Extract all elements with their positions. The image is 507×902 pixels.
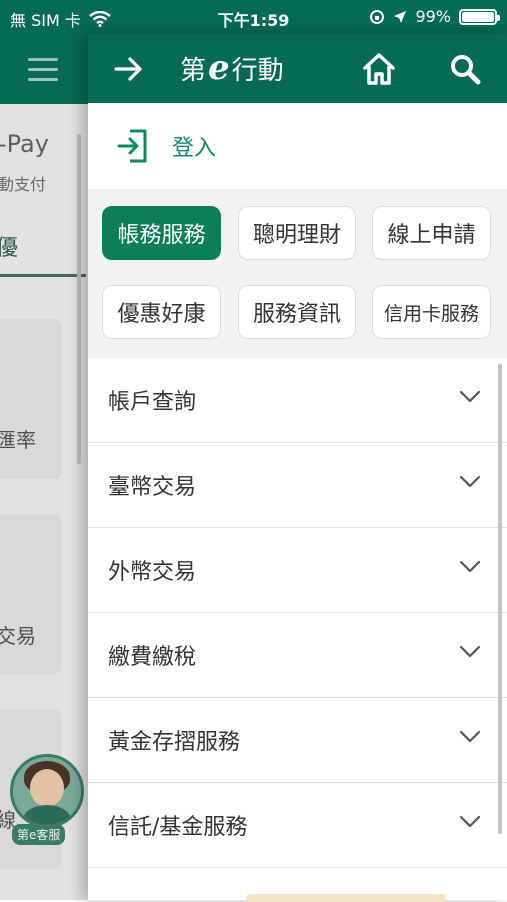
rotation-lock-icon bbox=[370, 9, 385, 24]
brand-suffix: 行動 bbox=[231, 56, 284, 86]
menu-item-label: 外幣交易 bbox=[108, 560, 197, 585]
login-row[interactable]: 登入 bbox=[88, 103, 507, 189]
search-icon[interactable] bbox=[448, 52, 482, 86]
menu-item-label: 信託/基金服務 bbox=[108, 815, 248, 840]
menu-item-gold-passbook[interactable]: 黃金存摺服務 bbox=[88, 698, 507, 783]
login-icon bbox=[117, 129, 147, 163]
menu-item-bill-tax-payment[interactable]: 繳費繳稅 bbox=[88, 613, 507, 698]
drawer-scrollbar[interactable] bbox=[498, 364, 502, 834]
battery-fill bbox=[462, 11, 494, 22]
background-tab: 優 bbox=[0, 236, 19, 261]
assistant-badge: 第e客服 bbox=[12, 824, 66, 845]
background-app: -Pay 動支付 優 匯率 交易 線 第e客服 bbox=[0, 34, 92, 900]
menu-item-label: 帳戶查詢 bbox=[108, 390, 197, 415]
battery-icon bbox=[459, 8, 500, 25]
assistant-avatar bbox=[10, 754, 84, 828]
menu-item-foreign-transaction[interactable]: 外幣交易 bbox=[88, 528, 507, 613]
background-card-text: 交易 bbox=[0, 624, 36, 648]
battery-percent: 99% bbox=[415, 7, 451, 26]
hamburger-icon bbox=[28, 58, 58, 88]
bottom-banner-edge bbox=[246, 894, 446, 902]
chevron-down-icon bbox=[459, 390, 481, 403]
background-header bbox=[0, 34, 92, 104]
arrow-right-icon[interactable] bbox=[112, 52, 146, 86]
brand-title: 第 e 行動 bbox=[180, 48, 284, 88]
category-tabs: 帳務服務 聰明理財 線上申請 優惠好康 服務資訊 信用卡服務 bbox=[88, 189, 507, 358]
background-pay-label: -Pay bbox=[0, 130, 49, 158]
brand-prefix: 第 bbox=[180, 56, 207, 86]
tab-account-services[interactable]: 帳務服務 bbox=[102, 206, 221, 260]
background-card-text: 匯率 bbox=[0, 428, 36, 452]
menu-item-account-inquiry[interactable]: 帳戶查詢 bbox=[88, 358, 507, 443]
tab-credit-card[interactable]: 信用卡服務 bbox=[372, 285, 491, 339]
background-card bbox=[0, 319, 62, 479]
background-tab-underline bbox=[0, 274, 86, 277]
service-menu: 帳戶查詢 臺幣交易 外幣交易 繳費繳稅 黃金存摺服務 信託/基金服務 bbox=[88, 358, 507, 868]
status-bar: 無 SIM 卡 下午1:59 99% bbox=[0, 0, 507, 34]
background-pay-sub: 動支付 bbox=[0, 175, 47, 194]
tab-online-apply[interactable]: 線上申請 bbox=[372, 206, 491, 260]
chevron-down-icon bbox=[459, 730, 481, 743]
brand-e: e bbox=[208, 48, 230, 88]
location-icon bbox=[394, 10, 407, 23]
chevron-down-icon bbox=[459, 815, 481, 828]
menu-item-twd-transaction[interactable]: 臺幣交易 bbox=[88, 443, 507, 528]
background-scrollbar bbox=[77, 134, 81, 464]
menu-item-label: 臺幣交易 bbox=[108, 475, 197, 500]
tab-offers[interactable]: 優惠好康 bbox=[102, 285, 221, 339]
home-icon[interactable] bbox=[360, 50, 398, 88]
menu-item-label: 黃金存摺服務 bbox=[108, 730, 241, 755]
drawer-header: 第 e 行動 bbox=[88, 34, 507, 103]
chevron-down-icon bbox=[459, 560, 481, 573]
menu-item-label: 繳費繳稅 bbox=[108, 645, 197, 670]
chevron-down-icon bbox=[459, 645, 481, 658]
menu-item-trust-fund[interactable]: 信託/基金服務 bbox=[88, 783, 507, 868]
tab-service-info[interactable]: 服務資訊 bbox=[238, 285, 356, 339]
login-label: 登入 bbox=[172, 136, 217, 161]
tab-smart-finance[interactable]: 聰明理財 bbox=[238, 206, 356, 260]
side-drawer: 第 e 行動 登入 帳務服務 聰明理財 線上申請 優惠好康 服務資訊 信用卡服務 帳… bbox=[88, 34, 507, 902]
chevron-down-icon bbox=[459, 475, 481, 488]
background-card bbox=[0, 514, 62, 674]
